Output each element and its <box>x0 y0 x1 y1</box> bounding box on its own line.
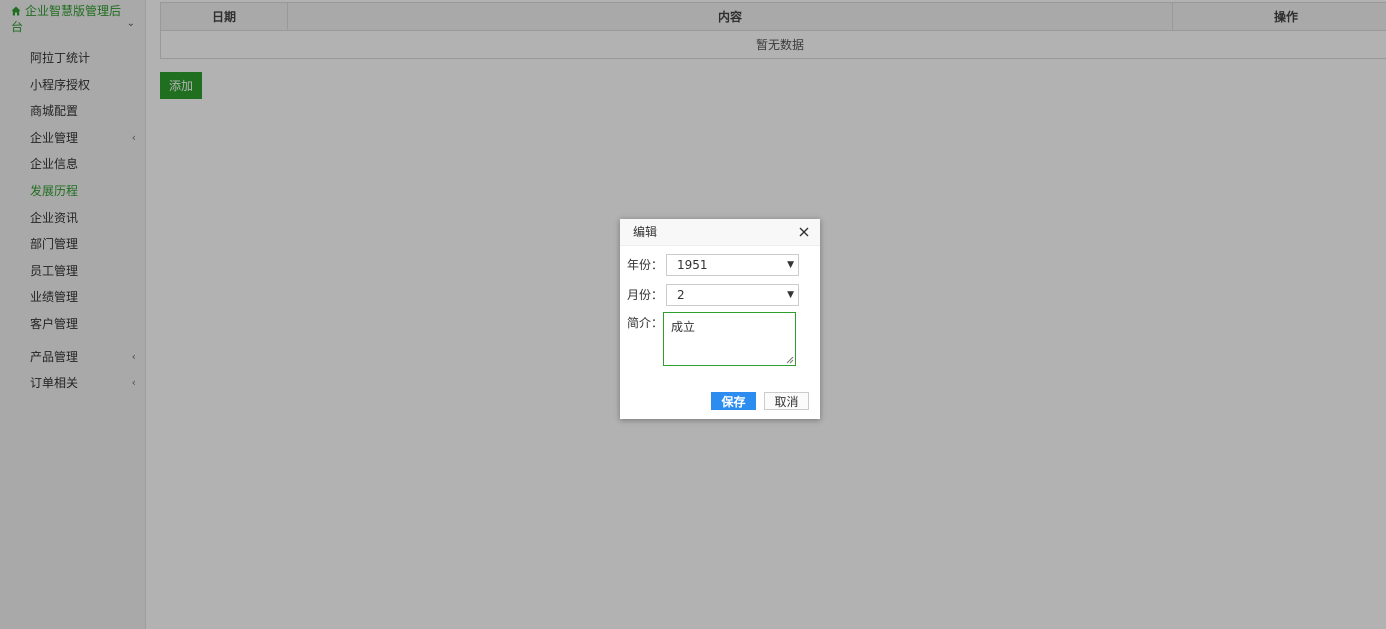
app-root: 企业智慧版管理后台 ⌄ 阿拉丁统计 小程序授权 商城配置 企业管理 ‹ 企业信息 … <box>0 0 1386 629</box>
year-row: 年份： 1951 ▼ <box>627 254 812 276</box>
intro-textarea-value: 成立 <box>671 320 696 334</box>
close-icon[interactable] <box>798 226 810 238</box>
intro-label: 简介： <box>627 316 664 330</box>
month-row: 月份： 2 ▼ <box>627 284 812 306</box>
year-select-value: 1951 <box>677 258 708 272</box>
dropdown-arrow-icon: ▼ <box>787 260 794 270</box>
edit-dialog: 编辑 年份： 1951 ▼ 月份： 2 ▼ 简介： 成立 保存 取消 <box>620 219 820 419</box>
month-label: 月份： <box>627 288 664 302</box>
intro-textarea[interactable]: 成立 <box>663 312 796 366</box>
month-select-value: 2 <box>677 288 685 302</box>
month-select[interactable]: 2 ▼ <box>666 284 799 306</box>
dialog-title: 编辑 <box>633 225 658 239</box>
resize-handle-icon[interactable] <box>786 356 794 364</box>
cancel-button[interactable]: 取消 <box>764 392 809 410</box>
dialog-header: 编辑 <box>620 219 820 246</box>
dropdown-arrow-icon: ▼ <box>787 290 794 300</box>
save-button[interactable]: 保存 <box>711 392 756 410</box>
year-select[interactable]: 1951 ▼ <box>666 254 799 276</box>
intro-row: 简介： 成立 <box>627 312 812 368</box>
year-label: 年份： <box>627 258 664 272</box>
